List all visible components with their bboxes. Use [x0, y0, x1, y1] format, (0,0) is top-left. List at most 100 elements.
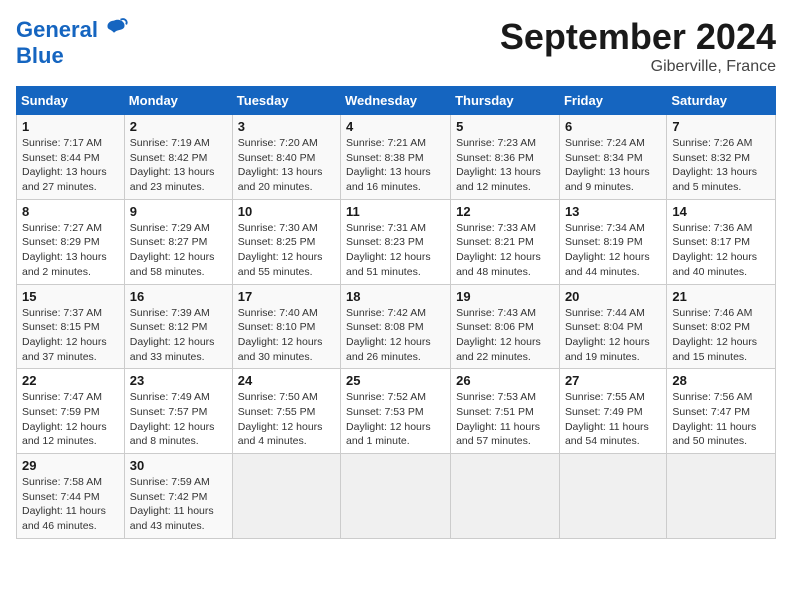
day-info: Sunrise: 7:24 AM Sunset: 8:34 PM Dayligh… [565, 136, 661, 195]
calendar-cell: 22 Sunrise: 7:47 AM Sunset: 7:59 PM Dayli… [17, 369, 125, 454]
page-header: General Blue September 2024 Giberville, … [16, 16, 776, 76]
calendar-cell [451, 454, 560, 539]
day-info: Sunrise: 7:47 AM Sunset: 7:59 PM Dayligh… [22, 390, 119, 449]
calendar-cell: 12 Sunrise: 7:33 AM Sunset: 8:21 PM Dayli… [451, 199, 560, 284]
calendar-cell: 5 Sunrise: 7:23 AM Sunset: 8:36 PM Daylig… [451, 115, 560, 200]
calendar-cell: 24 Sunrise: 7:50 AM Sunset: 7:55 PM Dayli… [232, 369, 340, 454]
day-info: Sunrise: 7:29 AM Sunset: 8:27 PM Dayligh… [130, 221, 227, 280]
calendar-cell: 16 Sunrise: 7:39 AM Sunset: 8:12 PM Dayli… [124, 284, 232, 369]
calendar-cell: 3Sunrise: 7:20 AM Sunset: 8:40 PM Daylig… [232, 115, 340, 200]
weekday-thursday: Thursday [451, 87, 560, 115]
calendar-cell: 6 Sunrise: 7:24 AM Sunset: 8:34 PM Daylig… [559, 115, 666, 200]
day-number: 14 [672, 204, 770, 219]
day-number: 8 [22, 204, 119, 219]
day-info: Sunrise: 7:40 AM Sunset: 8:10 PM Dayligh… [238, 306, 335, 365]
day-number: 11 [346, 204, 445, 219]
calendar-cell: 17 Sunrise: 7:40 AM Sunset: 8:10 PM Dayli… [232, 284, 340, 369]
day-number: 22 [22, 373, 119, 388]
day-info: Sunrise: 7:52 AM Sunset: 7:53 PM Dayligh… [346, 390, 445, 449]
day-info: Sunrise: 7:26 AM Sunset: 8:32 PM Dayligh… [672, 136, 770, 195]
day-number: 24 [238, 373, 335, 388]
calendar-cell: 23Sunrise: 7:49 AM Sunset: 7:57 PM Dayli… [124, 369, 232, 454]
calendar-cell: 13 Sunrise: 7:34 AM Sunset: 8:19 PM Dayli… [559, 199, 666, 284]
day-number: 1 [22, 119, 119, 134]
day-info: Sunrise: 7:44 AM Sunset: 8:04 PM Dayligh… [565, 306, 661, 365]
logo-text-blue: Blue [16, 44, 64, 68]
day-info: Sunrise: 7:30 AM Sunset: 8:25 PM Dayligh… [238, 221, 335, 280]
day-number: 30 [130, 458, 227, 473]
day-number: 18 [346, 289, 445, 304]
weekday-sunday: Sunday [17, 87, 125, 115]
day-info: Sunrise: 7:20 AM Sunset: 8:40 PM Dayligh… [238, 136, 335, 195]
day-info: Sunrise: 7:39 AM Sunset: 8:12 PM Dayligh… [130, 306, 227, 365]
day-number: 4 [346, 119, 445, 134]
calendar-cell: 15Sunrise: 7:37 AM Sunset: 8:15 PM Dayli… [17, 284, 125, 369]
calendar-cell [559, 454, 666, 539]
day-info: Sunrise: 7:31 AM Sunset: 8:23 PM Dayligh… [346, 221, 445, 280]
day-info: Sunrise: 7:21 AM Sunset: 8:38 PM Dayligh… [346, 136, 445, 195]
day-number: 9 [130, 204, 227, 219]
calendar-cell: 1 Sunrise: 7:17 AM Sunset: 8:44 PM Daylig… [17, 115, 125, 200]
day-info: Sunrise: 7:27 AM Sunset: 8:29 PM Dayligh… [22, 221, 119, 280]
day-number: 27 [565, 373, 661, 388]
day-info: Sunrise: 7:55 AM Sunset: 7:49 PM Dayligh… [565, 390, 661, 449]
day-info: Sunrise: 7:37 AM Sunset: 8:15 PM Dayligh… [22, 306, 119, 365]
calendar-cell: 20 Sunrise: 7:44 AM Sunset: 8:04 PM Dayli… [559, 284, 666, 369]
day-info: Sunrise: 7:23 AM Sunset: 8:36 PM Dayligh… [456, 136, 554, 195]
day-info: Sunrise: 7:33 AM Sunset: 8:21 PM Dayligh… [456, 221, 554, 280]
calendar-cell: 19 Sunrise: 7:43 AM Sunset: 8:06 PM Dayli… [451, 284, 560, 369]
day-info: Sunrise: 7:17 AM Sunset: 8:44 PM Dayligh… [22, 136, 119, 195]
calendar-cell: 27 Sunrise: 7:55 AM Sunset: 7:49 PM Dayli… [559, 369, 666, 454]
day-info: Sunrise: 7:50 AM Sunset: 7:55 PM Dayligh… [238, 390, 335, 449]
calendar-table: SundayMondayTuesdayWednesdayThursdayFrid… [16, 86, 776, 539]
day-info: Sunrise: 7:58 AM Sunset: 7:44 PM Dayligh… [22, 475, 119, 534]
calendar-cell: 14Sunrise: 7:36 AM Sunset: 8:17 PM Dayli… [667, 199, 776, 284]
month-title: September 2024 [500, 16, 776, 58]
day-info: Sunrise: 7:59 AM Sunset: 7:42 PM Dayligh… [130, 475, 227, 534]
logo-text-general: General [16, 17, 98, 42]
weekday-friday: Friday [559, 87, 666, 115]
logo-bird-icon [100, 16, 128, 44]
calendar-cell: 7 Sunrise: 7:26 AM Sunset: 8:32 PM Daylig… [667, 115, 776, 200]
weekday-saturday: Saturday [667, 87, 776, 115]
calendar-week-1: 1 Sunrise: 7:17 AM Sunset: 8:44 PM Daylig… [17, 115, 776, 200]
day-number: 19 [456, 289, 554, 304]
weekday-monday: Monday [124, 87, 232, 115]
weekday-wednesday: Wednesday [341, 87, 451, 115]
title-block: September 2024 Giberville, France [500, 16, 776, 76]
day-number: 16 [130, 289, 227, 304]
calendar-cell: 4 Sunrise: 7:21 AM Sunset: 8:38 PM Daylig… [341, 115, 451, 200]
day-number: 13 [565, 204, 661, 219]
calendar-cell: 29 Sunrise: 7:58 AM Sunset: 7:44 PM Dayli… [17, 454, 125, 539]
day-number: 12 [456, 204, 554, 219]
day-number: 17 [238, 289, 335, 304]
calendar-week-2: 8 Sunrise: 7:27 AM Sunset: 8:29 PM Daylig… [17, 199, 776, 284]
day-number: 25 [346, 373, 445, 388]
day-number: 20 [565, 289, 661, 304]
calendar-cell: 10 Sunrise: 7:30 AM Sunset: 8:25 PM Dayli… [232, 199, 340, 284]
location-text: Giberville, France [500, 58, 776, 76]
day-info: Sunrise: 7:34 AM Sunset: 8:19 PM Dayligh… [565, 221, 661, 280]
day-number: 10 [238, 204, 335, 219]
calendar-cell [341, 454, 451, 539]
calendar-cell: 18 Sunrise: 7:42 AM Sunset: 8:08 PM Dayli… [341, 284, 451, 369]
day-info: Sunrise: 7:43 AM Sunset: 8:06 PM Dayligh… [456, 306, 554, 365]
calendar-cell: 28Sunrise: 7:56 AM Sunset: 7:47 PM Dayli… [667, 369, 776, 454]
day-number: 7 [672, 119, 770, 134]
day-number: 6 [565, 119, 661, 134]
day-info: Sunrise: 7:53 AM Sunset: 7:51 PM Dayligh… [456, 390, 554, 449]
calendar-cell [232, 454, 340, 539]
day-number: 29 [22, 458, 119, 473]
day-number: 5 [456, 119, 554, 134]
calendar-cell: 11 Sunrise: 7:31 AM Sunset: 8:23 PM Dayli… [341, 199, 451, 284]
calendar-week-5: 29 Sunrise: 7:58 AM Sunset: 7:44 PM Dayli… [17, 454, 776, 539]
calendar-body: 1 Sunrise: 7:17 AM Sunset: 8:44 PM Daylig… [17, 115, 776, 539]
calendar-cell: 25 Sunrise: 7:52 AM Sunset: 7:53 PM Dayli… [341, 369, 451, 454]
calendar-week-3: 15Sunrise: 7:37 AM Sunset: 8:15 PM Dayli… [17, 284, 776, 369]
calendar-cell: 8 Sunrise: 7:27 AM Sunset: 8:29 PM Daylig… [17, 199, 125, 284]
day-info: Sunrise: 7:42 AM Sunset: 8:08 PM Dayligh… [346, 306, 445, 365]
day-info: Sunrise: 7:19 AM Sunset: 8:42 PM Dayligh… [130, 136, 227, 195]
calendar-cell: 9 Sunrise: 7:29 AM Sunset: 8:27 PM Daylig… [124, 199, 232, 284]
calendar-cell [667, 454, 776, 539]
weekday-header-row: SundayMondayTuesdayWednesdayThursdayFrid… [17, 87, 776, 115]
